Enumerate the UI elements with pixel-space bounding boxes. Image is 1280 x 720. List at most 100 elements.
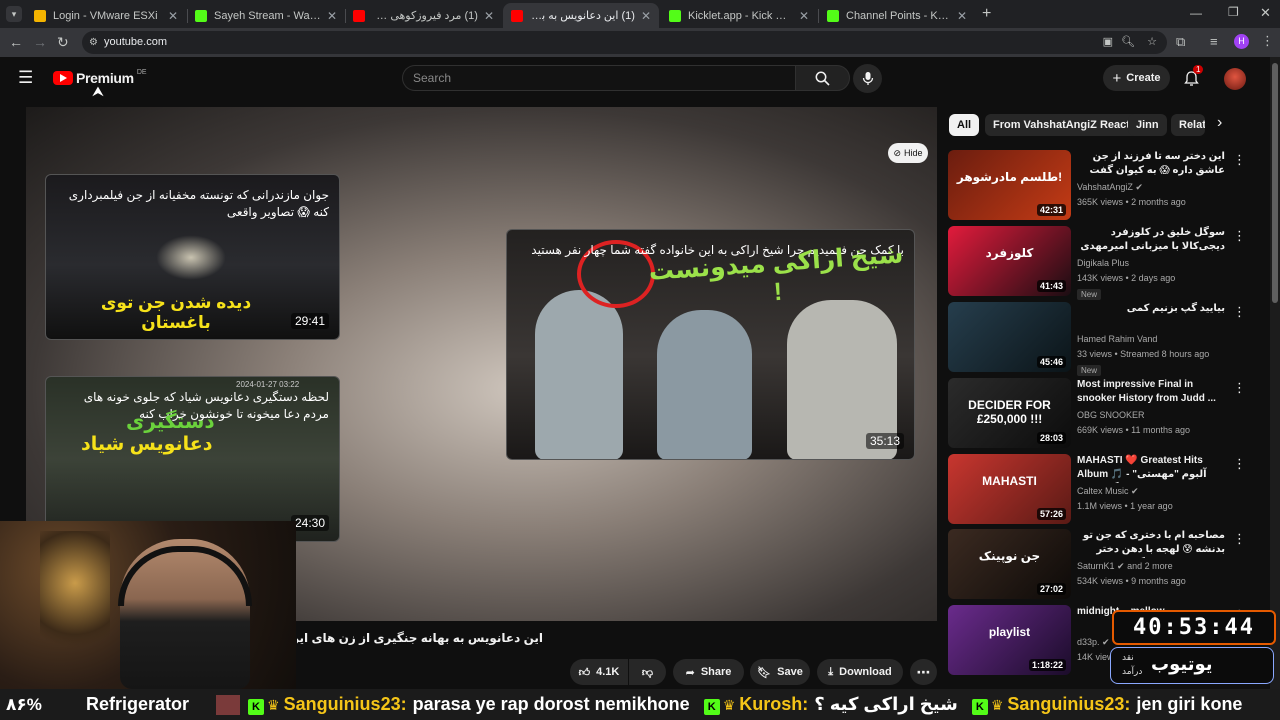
more-options-icon[interactable]: ⋮ [1233, 380, 1246, 396]
reload-icon[interactable]: ↻ [57, 34, 69, 51]
recommendation-item[interactable]: MAHASTI 57:26 MAHASTI ❤️ Greatest Hits Alb… [948, 454, 1264, 526]
close-window-icon[interactable]: ✕ [1260, 5, 1271, 21]
recommendation-thumbnail[interactable]: کلوزفرد 41:43 [948, 226, 1071, 296]
hide-end-screen-button[interactable]: ⊘ Hide [888, 143, 928, 163]
recommendation-thumbnail[interactable]: طلسم مادرشوهر! 42:31 [948, 150, 1071, 220]
recommendation-channel[interactable]: VahshatAngiZ ✔ [1077, 182, 1143, 193]
hide-label: Hide [904, 148, 923, 158]
more-options-icon[interactable]: ⋮ [1233, 152, 1246, 168]
verified-icon: ✔ [1117, 561, 1125, 571]
recommendation-title[interactable]: مصاحبه ام با دختری که جن تو بدنشه 😰 لهجه… [1077, 529, 1225, 558]
recommendation-item[interactable]: 45:46 بیایید گپ بزنیم کمی Hamed Rahim Vand… [948, 302, 1264, 376]
dislike-button[interactable]: 👎︎ [629, 659, 666, 685]
chips-next-icon[interactable]: › [1217, 114, 1222, 132]
recommendation-title[interactable]: این دختر سه تا فرزند از جن عاشق داره 😱 ب… [1077, 150, 1225, 179]
chip-jinn[interactable]: Jinn [1128, 114, 1167, 136]
recommendation-meta: 534K views • 9 months ago [1077, 576, 1186, 586]
tab-close-icon[interactable]: ✕ [327, 9, 337, 23]
new-tab-icon[interactable]: + [982, 5, 991, 23]
recommendation-item[interactable]: جن نوپینک 27:02 مصاحبه ام با دختری که جن ت… [948, 529, 1264, 601]
minimize-icon[interactable]: — [1190, 6, 1202, 20]
plus-icon: + [1112, 69, 1122, 87]
chip-related[interactable]: Relat [1171, 114, 1205, 136]
recommendation-channel[interactable]: Hamed Rahim Vand [1077, 334, 1157, 344]
thumbnail-label: جن نوپینک [978, 549, 1041, 563]
voice-search-button[interactable] [853, 64, 882, 93]
create-button[interactable]: + Create [1103, 65, 1170, 91]
browser-tab[interactable]: (1) مرد فیروزکوهی که دعانویس ✕ [345, 3, 502, 28]
browser-tab[interactable]: Channel Points - Kick Dashboard ✕ [819, 3, 975, 28]
end-screen-video-card[interactable]: جوان مازندرانی که تونسته مخفیانه از جن ف… [45, 174, 340, 340]
end-screen-video-card[interactable]: با کمک جن فهمیدیم چرا شیخ اراکی به این خ… [506, 229, 915, 460]
more-options-icon[interactable]: ⋮ [1233, 531, 1246, 547]
recommendation-item[interactable]: کلوزفرد 41:43 سوگل خلیق در کلوزفرد دیجی‌کا… [948, 226, 1264, 300]
account-avatar[interactable] [1224, 68, 1246, 90]
tab-favicon-icon [511, 9, 523, 22]
recommendation-title[interactable]: Most impressive Final in snooker History… [1077, 378, 1225, 406]
end-screen-video-card[interactable]: 2024-01-27 03:22 لحظه دستگیری دعانویس شی… [45, 376, 340, 542]
recommendation-thumbnail[interactable]: playlist 1:18:22 [948, 605, 1071, 675]
recommendation-thumbnail[interactable]: 45:46 [948, 302, 1071, 372]
recommendation-thumbnail[interactable]: جن نوپینک 27:02 [948, 529, 1071, 599]
search-input[interactable]: Search [402, 65, 795, 91]
recommendation-title[interactable]: MAHASTI ❤️ Greatest Hits Album 🎵 آلبوم "… [1077, 454, 1225, 483]
address-bar[interactable]: ⚙ youtube.com ▣ 🔍︎ ☆ [82, 31, 1167, 54]
more-options-icon[interactable]: ⋮ [1233, 228, 1246, 244]
more-options-icon[interactable]: ⋮ [1233, 304, 1246, 320]
ticker-messages: K ♛ Sanguinius23: parasa ye rap dorost nemi… [248, 694, 1256, 715]
save-playlist-icon: 🔖︎ [757, 666, 772, 679]
search-button[interactable] [795, 65, 850, 91]
chrome-menu-icon[interactable]: ⋮ [1261, 33, 1274, 49]
guide-menu-icon[interactable]: ☰ [18, 68, 33, 88]
browser-tab[interactable]: Sayeh Stream - Watch Live on Kick ✕ [187, 3, 345, 28]
tab-search-button[interactable]: ▾ [6, 6, 22, 22]
recommendation-thumbnail[interactable]: MAHASTI 57:26 [948, 454, 1071, 524]
tab-close-icon[interactable]: ✕ [957, 9, 967, 23]
recommendation-channel[interactable]: SaturnK1 ✔ and 2 more [1077, 561, 1173, 572]
notifications-button[interactable]: 1 [1183, 65, 1204, 92]
card-thumb-text: دعانویس شیاد [81, 434, 213, 455]
restore-icon[interactable]: ❐ [1228, 5, 1239, 19]
bookmark-star-icon[interactable]: ☆ [1147, 31, 1157, 54]
chip-from-channel[interactable]: From VahshatAngiZ React [985, 114, 1138, 136]
media-icon[interactable]: ≡ [1210, 34, 1218, 49]
chip-all[interactable]: All [949, 114, 980, 136]
recommendation-channel[interactable]: Caltex Music ✔ [1077, 486, 1139, 497]
recommendation-thumbnail[interactable]: DECIDER FOR £250,000 !!! 28:03 [948, 378, 1071, 448]
recommendation-channel[interactable]: Digikala Plus [1077, 258, 1129, 268]
recommendation-title[interactable]: بیایید گپ بزنیم کمی [1077, 302, 1225, 316]
forward-icon[interactable]: → [33, 34, 47, 50]
recommendation-channel[interactable]: d33p. ✔ [1077, 637, 1110, 648]
more-actions-button[interactable]: ⋯ [910, 659, 937, 685]
browser-tab-active[interactable]: (1) این دعانویس به بهانه جنگیری ✕ [503, 3, 659, 28]
tab-close-icon[interactable]: ✕ [641, 9, 651, 23]
back-icon[interactable]: ← [9, 34, 23, 50]
profile-avatar[interactable]: H [1234, 34, 1249, 49]
site-info-icon[interactable]: ⚙ [89, 31, 98, 54]
tab-close-icon[interactable]: ✕ [799, 9, 809, 23]
channel-name: SaturnK1 [1077, 561, 1115, 571]
browser-tab[interactable]: Kicklet.app - Kick Chatbot and ✕ [661, 3, 817, 28]
share-button[interactable]: ➦ Share [673, 659, 744, 685]
recommendation-channel[interactable]: OBG SNOOKER [1077, 410, 1145, 420]
card-caption: جوان مازندرانی که تونسته مخفیانه از جن ف… [68, 188, 329, 219]
recommendation-duration: 57:26 [1036, 508, 1066, 520]
download-button[interactable]: ⤓ Download [817, 659, 903, 685]
recommendation-meta: 33 views • Streamed 8 hours ago [1077, 349, 1210, 359]
zoom-icon[interactable]: 🔍︎ [1121, 31, 1135, 54]
more-options-icon[interactable]: ⋮ [1233, 456, 1246, 472]
page-scrollbar[interactable] [1270, 57, 1280, 689]
recommendation-title[interactable]: سوگل خلیق در کلوزفرد دیجی‌کالا با میزبان… [1077, 226, 1225, 255]
tab-title: Channel Points - Kick Dashboard [846, 9, 951, 22]
tab-close-icon[interactable]: ✕ [168, 9, 178, 23]
like-button[interactable]: 👍︎ 4.1K [570, 659, 628, 685]
recommendation-item[interactable]: DECIDER FOR £250,000 !!! 28:03 Most impres… [948, 378, 1264, 450]
tab-close-icon[interactable]: ✕ [484, 9, 494, 23]
install-icon[interactable]: ▣ [1103, 31, 1113, 54]
extensions-icon[interactable]: ⧉ [1176, 34, 1185, 50]
tab-favicon-icon [827, 9, 839, 22]
browser-tab[interactable]: Login - VMware ESXi ✕ [26, 3, 186, 28]
recommendation-item[interactable]: طلسم مادرشوهر! 42:31 این دختر سه تا فرزند … [948, 150, 1264, 222]
save-button[interactable]: 🔖︎ Save [750, 659, 810, 685]
tab-title: Sayeh Stream - Watch Live on Kick [214, 9, 321, 22]
